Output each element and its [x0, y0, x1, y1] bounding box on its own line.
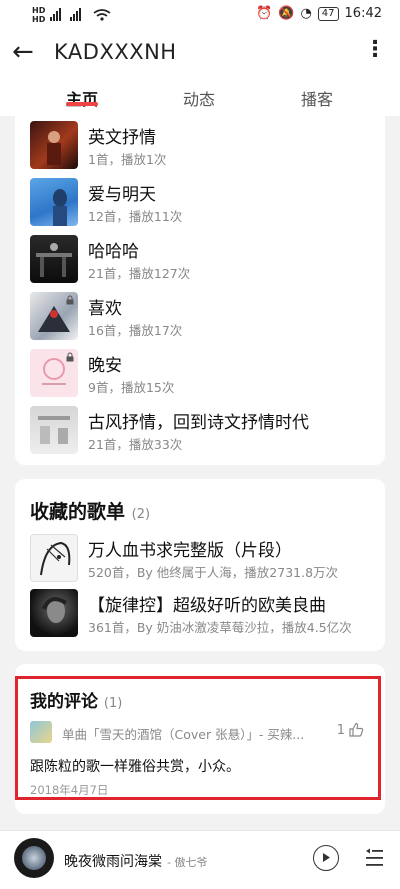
tab-home[interactable]: 主页	[66, 86, 98, 110]
signal-icon	[50, 8, 120, 25]
playlist-item[interactable]: 【旋律控】超级好听的欧美良曲 361首，By 奶油冰激凌草莓沙拉，播放4.5亿次	[30, 589, 370, 641]
playlist-item[interactable]: 英文抒情 1首，播放1次	[30, 121, 370, 173]
player-track: 晚夜微雨问海棠 - 傲七爷	[64, 851, 208, 871]
sim-indicator: HD HD	[32, 6, 45, 24]
playlist-meta: 1首，播放1次	[88, 152, 167, 167]
alarm-icon: ⏰	[256, 6, 273, 21]
tab-activity[interactable]: 动态	[183, 86, 215, 110]
playlist-cover	[30, 406, 78, 454]
playlist-item[interactable]: 爱与明天 12首，播放11次	[30, 178, 370, 230]
playlist-queue-button[interactable]	[364, 847, 384, 873]
status-bar: HD HD ⏰ 🔕 ◔ 47 16:42	[0, 0, 400, 30]
play-icon	[323, 853, 330, 862]
playlist-meta: 12首，播放11次	[88, 209, 183, 224]
like-button[interactable]: 1	[337, 722, 364, 738]
sim2-label: HD	[32, 15, 46, 24]
comment-source[interactable]: 单曲「雪天的酒馆（Cover 张悬）」- 买辣...	[62, 724, 304, 743]
playlist-name: 古风抒情，回到诗文抒情时代	[88, 413, 309, 433]
playlist-cover	[30, 534, 78, 582]
tab-bar: 主页 动态 播客	[0, 76, 400, 116]
thumbs-up-icon	[349, 722, 364, 737]
playlist-cover	[30, 589, 78, 637]
player-album-art[interactable]	[14, 838, 54, 878]
playlist-cover	[30, 178, 78, 226]
playlist-item[interactable]: 喜欢 16首，播放17次	[30, 292, 370, 344]
section-title: 收藏的歌单 (2)	[30, 497, 150, 524]
playlist-meta: 21首，播放127次	[88, 266, 191, 281]
playlist-name: 爱与明天	[88, 185, 156, 205]
playlist-cover	[30, 292, 78, 340]
created-playlists-card: 英文抒情 1首，播放1次 爱与明天 12首，播放11次 哈哈哈 21首，播放12…	[15, 116, 385, 465]
tab-podcast[interactable]: 播客	[301, 86, 333, 110]
lock-icon	[66, 295, 74, 305]
playlist-meta: 520首，By 他终属于人海，播放2731.8万次	[88, 565, 339, 580]
playlist-item[interactable]: 哈哈哈 21首，播放127次	[30, 235, 370, 287]
speed-icon: ◔	[300, 6, 312, 21]
clock: 16:42	[344, 6, 382, 21]
more-options-icon[interactable]: ⋮	[364, 39, 386, 61]
playlist-meta: 16首，播放17次	[88, 323, 183, 338]
active-tab-indicator	[66, 102, 98, 106]
playlist-item[interactable]: 万人血书求完整版（片段） 520首，By 他终属于人海，播放2731.8万次	[30, 534, 370, 586]
page-title: KADXXXNH	[54, 40, 177, 64]
comment-date: 2018年4月7日	[30, 783, 109, 797]
app-header: ← KADXXXNH ⋮	[0, 30, 400, 76]
playlist-name: 英文抒情	[88, 128, 156, 148]
playlist-meta: 361首，By 奶油冰激凌草莓沙拉，播放4.5亿次	[88, 620, 352, 635]
playlist-name: 哈哈哈	[88, 242, 139, 262]
battery-indicator: 47	[317, 6, 339, 21]
like-count: 1	[336, 722, 345, 738]
collected-playlists-card: 收藏的歌单 (2) 万人血书求完整版（片段） 520首，By 他终属于人海，播放…	[15, 479, 385, 651]
player-song-title: 晚夜微雨问海棠	[64, 854, 162, 870]
collected-count: (2)	[131, 507, 151, 522]
queue-list-icon	[366, 848, 383, 866]
comment-text: 跟陈粒的歌一样雅俗共赏，小众。	[30, 759, 240, 775]
playlist-name: 晚安	[88, 356, 122, 376]
back-arrow-icon[interactable]: ←	[12, 38, 34, 66]
comments-count: (1)	[103, 696, 123, 711]
playlist-cover	[30, 121, 78, 169]
play-button[interactable]	[313, 845, 339, 871]
player-artist: - 傲七爷	[167, 856, 208, 869]
status-right: ⏰ 🔕 ◔ 47 16:42	[256, 6, 382, 21]
playlist-item[interactable]: 晚安 9首，播放15次	[30, 349, 370, 401]
playlist-meta: 21首，播放33次	[88, 437, 183, 452]
playlist-meta: 9首，播放15次	[88, 380, 175, 395]
mute-icon: 🔕	[278, 6, 295, 21]
mini-player[interactable]: 晚夜微雨问海棠 - 傲七爷	[0, 830, 400, 889]
playlist-cover	[30, 235, 78, 283]
playlist-name: 喜欢	[88, 299, 122, 319]
song-cover-icon	[30, 721, 52, 743]
playlist-cover	[30, 349, 78, 397]
playlist-name: 【旋律控】超级好听的欧美良曲	[88, 596, 326, 616]
playlist-name: 万人血书求完整版（片段）	[88, 541, 292, 561]
my-comments-highlight: 我的评论 (1) 单曲「雪天的酒馆（Cover 张悬）」- 买辣... 1 跟陈…	[15, 676, 381, 800]
sim1-label: HD	[32, 6, 46, 15]
section-title: 我的评论 (1)	[30, 687, 122, 712]
lock-icon	[66, 352, 74, 362]
comments-title: 我的评论	[30, 692, 98, 712]
collected-title: 收藏的歌单	[30, 501, 126, 523]
playlist-item[interactable]: 古风抒情，回到诗文抒情时代 21首，播放33次	[30, 406, 370, 458]
